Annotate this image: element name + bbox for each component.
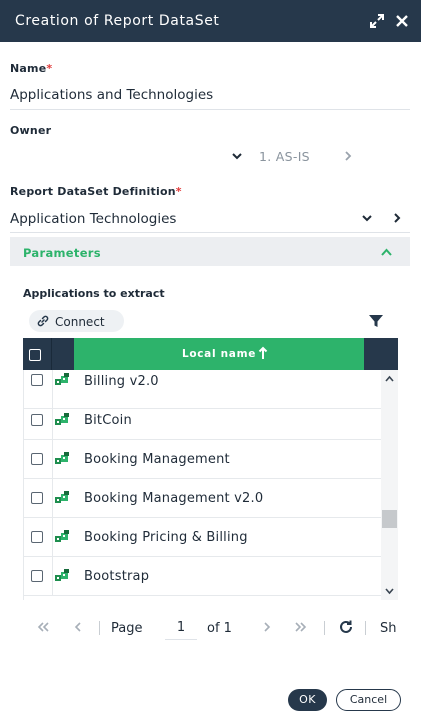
application-icon [55, 491, 69, 503]
applications-grid: Local name Billing v2.0 BitCoin Booking … [23, 338, 398, 600]
chevron-right-icon[interactable] [342, 150, 354, 162]
application-name: BitCoin [84, 413, 132, 428]
next-page-icon[interactable] [260, 621, 274, 633]
table-row[interactable]: Booking Management v2.0 [24, 479, 382, 519]
dialog-title: Creation of Report DataSet [15, 13, 220, 29]
ok-button[interactable]: OK [288, 689, 327, 711]
chevron-down-icon[interactable] [361, 212, 373, 224]
row-checkbox[interactable] [31, 570, 43, 582]
application-name: Billing v2.0 [84, 374, 159, 389]
row-checkbox[interactable] [31, 453, 43, 465]
parameters-title: Parameters [23, 246, 101, 260]
definition-field[interactable]: Application Technologies [10, 211, 176, 227]
required-mark: * [46, 62, 53, 75]
name-label: Name* [10, 62, 53, 75]
select-all-checkbox[interactable] [29, 349, 41, 361]
application-icon [55, 373, 69, 385]
scroll-down-icon[interactable] [385, 588, 394, 595]
application-name: Booking Management v2.0 [84, 491, 264, 506]
application-icon [55, 530, 69, 542]
sort-ascending-icon [258, 346, 268, 359]
previous-page-icon[interactable] [71, 621, 85, 633]
definition-underline [10, 232, 410, 233]
chevron-down-icon[interactable] [231, 150, 243, 162]
refresh-icon[interactable] [338, 619, 354, 635]
header-divider [51, 338, 52, 370]
scrollbar-thumb[interactable] [382, 510, 397, 528]
row-divider [52, 479, 53, 518]
grid-scrollbar[interactable] [381, 370, 398, 600]
parameters-panel-header[interactable]: Parameters [10, 237, 410, 266]
application-icon [55, 413, 69, 425]
link-icon [37, 315, 49, 327]
row-checkbox[interactable] [31, 492, 43, 504]
column-header-local-name[interactable]: Local name [74, 338, 364, 370]
owner-value[interactable]: 1. AS-IS [259, 149, 310, 164]
application-icon [55, 569, 69, 581]
pager-divider [365, 621, 366, 635]
row-checkbox[interactable] [31, 414, 43, 426]
application-name: Booking Pricing & Billing [84, 530, 248, 545]
definition-label: Report DataSet Definition* [10, 185, 182, 198]
name-field[interactable]: Applications and Technologies [10, 87, 213, 103]
page-number-input[interactable] [165, 616, 197, 640]
table-row[interactable]: Booking Pricing & Billing [24, 518, 382, 558]
row-divider [52, 401, 53, 440]
row-checkbox[interactable] [31, 374, 43, 386]
filter-icon[interactable] [368, 313, 384, 329]
application-name: Bootstrap [84, 569, 150, 584]
table-row[interactable]: Bootstrap [24, 557, 382, 597]
cancel-button[interactable]: Cancel [336, 689, 401, 711]
row-checkbox[interactable] [31, 531, 43, 543]
name-underline [10, 109, 410, 110]
pager-divider [99, 621, 100, 635]
grid-pager: Page of 1 Sh [23, 612, 398, 644]
scroll-up-icon[interactable] [385, 375, 394, 382]
grid-body: Billing v2.0 BitCoin Booking Management … [23, 370, 398, 600]
application-name: Booking Management [84, 452, 230, 467]
connect-label: Connect [55, 315, 105, 329]
table-row[interactable]: BitCoin [24, 401, 382, 441]
dialog-titlebar: Creation of Report DataSet [0, 0, 421, 42]
expand-icon[interactable] [369, 13, 385, 29]
chevron-right-icon[interactable] [391, 212, 403, 224]
last-page-icon[interactable] [294, 621, 308, 633]
page-label: Page [111, 621, 143, 636]
application-icon [55, 452, 69, 464]
required-mark: * [175, 185, 182, 198]
first-page-icon[interactable] [36, 621, 50, 633]
close-icon[interactable] [394, 13, 410, 29]
column-header-label: Local name [181, 348, 257, 360]
applications-label: Applications to extract [23, 287, 165, 300]
row-divider [52, 518, 53, 557]
row-divider [52, 557, 53, 596]
row-divider [52, 440, 53, 479]
owner-label: Owner [10, 124, 52, 137]
connect-button[interactable]: Connect [29, 310, 124, 332]
page-size-label: Sh [380, 621, 397, 636]
page-count: of 1 [207, 621, 232, 636]
chevron-up-icon[interactable] [380, 247, 393, 257]
pager-divider [324, 621, 325, 635]
grid-header: Local name [23, 338, 398, 370]
table-row[interactable]: Booking Management [24, 440, 382, 480]
